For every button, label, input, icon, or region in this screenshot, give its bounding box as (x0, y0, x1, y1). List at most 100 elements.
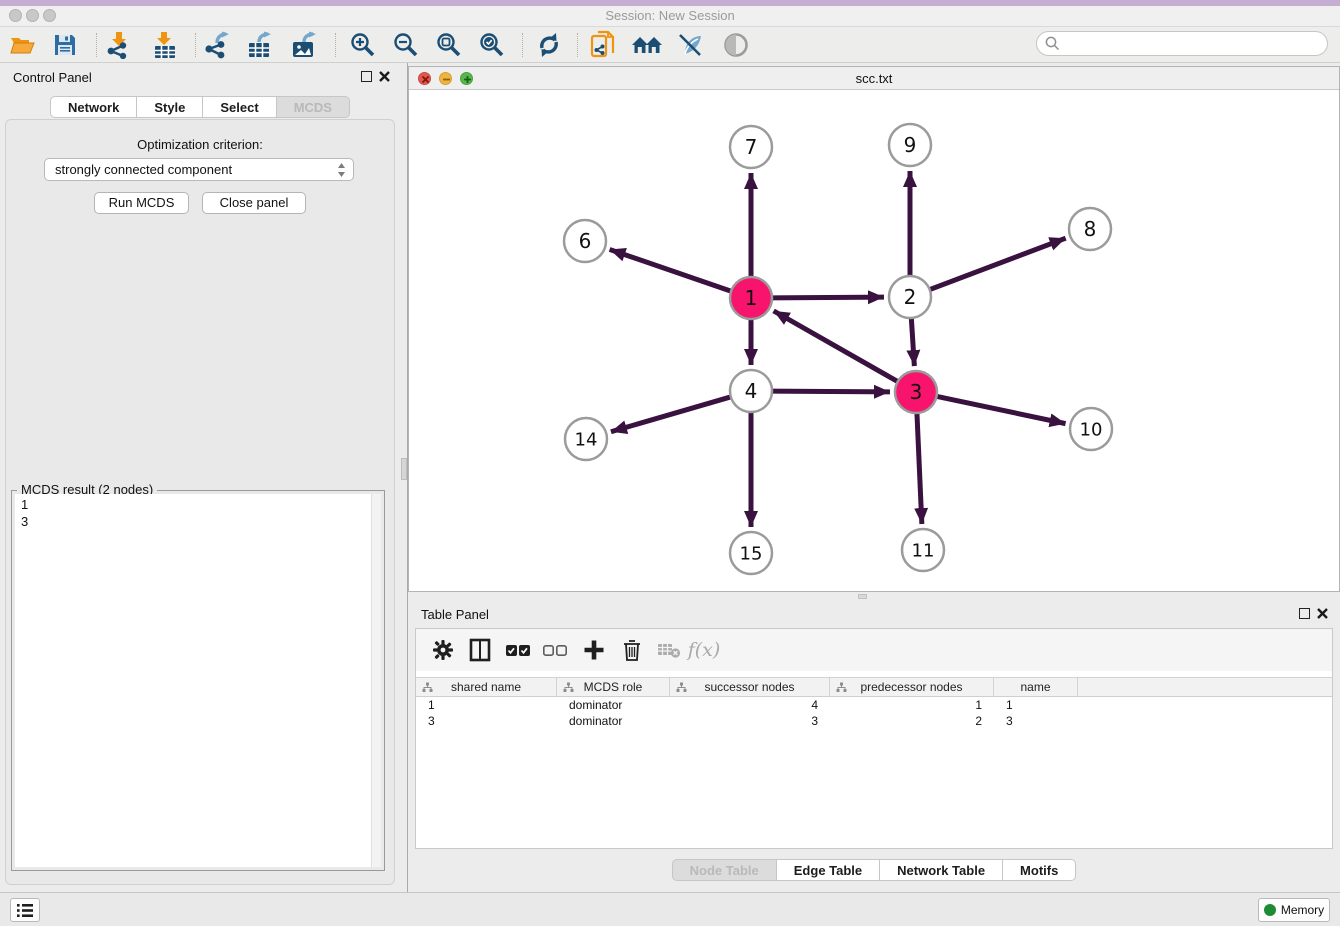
tab-network[interactable]: Network (50, 96, 137, 118)
list-icon (16, 903, 34, 918)
column-header-name[interactable]: name (994, 678, 1078, 696)
table-row[interactable]: 1dominator411 (416, 697, 1332, 713)
graph-node-10[interactable]: 10 (1070, 408, 1112, 450)
table-row[interactable]: 3dominator323 (416, 713, 1332, 729)
graph-edge-3-11[interactable] (917, 411, 922, 524)
table-close-panel-icon[interactable] (1316, 607, 1329, 620)
open-session-icon[interactable] (6, 30, 40, 60)
panel-splitter[interactable] (400, 63, 408, 892)
network-graph[interactable]: 1 2 3 4 6 7 8 9 10 11 14 15 (409, 91, 1339, 591)
graph-edge-2-3[interactable] (911, 316, 914, 366)
optimization-criterion-label: Optimization criterion: (6, 137, 394, 152)
search-icon (1045, 36, 1060, 51)
table-settings-icon[interactable] (427, 635, 459, 665)
open-network-files-icon[interactable] (587, 30, 621, 60)
toolbar-separator (577, 33, 578, 57)
export-table-icon[interactable] (244, 30, 278, 60)
delete-columns-icon[interactable] (616, 635, 648, 665)
result-scrollbar[interactable] (371, 494, 381, 867)
graph-node-15[interactable]: 15 (730, 532, 772, 574)
table-panel-title: Table Panel (421, 607, 489, 622)
graph-edge-2-8[interactable] (928, 238, 1066, 290)
select-all-columns-icon[interactable] (502, 635, 534, 665)
graph-node-4[interactable]: 4 (730, 370, 772, 412)
graph-node-7[interactable]: 7 (730, 126, 772, 168)
function-builder-icon[interactable]: f(x) (688, 635, 720, 665)
graph-edge-1-6[interactable] (610, 249, 733, 291)
delete-table-icon[interactable] (653, 635, 685, 665)
add-column-icon[interactable] (578, 635, 610, 665)
toolbar-separator (335, 33, 336, 57)
tab-edge-table[interactable]: Edge Table (777, 859, 880, 881)
search-input[interactable] (1064, 34, 1327, 54)
graph-edge-4-3[interactable] (770, 391, 890, 392)
window-titlebar: Session: New Session (0, 6, 1340, 27)
graph-node-label: 14 (575, 429, 598, 450)
close-panel-button[interactable]: Close panel (202, 192, 306, 214)
import-table-icon[interactable] (148, 30, 182, 60)
column-header-shared-name[interactable]: shared name (416, 678, 557, 696)
column-panel-icon[interactable] (464, 635, 496, 665)
graph-edge-4-14[interactable] (611, 396, 733, 431)
graph-node-11[interactable]: 11 (902, 529, 944, 571)
close-panel-icon[interactable] (378, 70, 391, 83)
tab-style[interactable]: Style (137, 96, 203, 118)
graph-node-2[interactable]: 2 (889, 276, 931, 318)
table-float-panel-icon[interactable] (1299, 608, 1310, 619)
tab-mcds[interactable]: MCDS (277, 96, 350, 118)
graph-node-label: 6 (579, 229, 592, 253)
memory-button[interactable]: Memory (1258, 898, 1330, 922)
save-session-icon[interactable] (48, 30, 82, 60)
network-window-titlebar[interactable]: scc.txt (409, 67, 1339, 90)
tab-select[interactable]: Select (203, 96, 276, 118)
graph-node-6[interactable]: 6 (564, 220, 606, 262)
workspace: scc.txt 1 2 3 4 6 7 8 9 10 11 14 15 Table Panel (408, 63, 1340, 892)
zoom-in-icon[interactable] (346, 30, 380, 60)
refresh-icon[interactable] (532, 30, 566, 60)
task-history-button[interactable] (10, 898, 40, 922)
graph-node-14[interactable]: 14 (565, 418, 607, 460)
run-mcds-button[interactable]: Run MCDS (94, 192, 189, 214)
splitter-grip[interactable] (401, 458, 407, 480)
zoom-out-icon[interactable] (389, 30, 423, 60)
mcds-result-lines: 13 (21, 496, 365, 530)
column-header-successor-nodes[interactable]: successor nodes (670, 678, 830, 696)
graph-edge-3-10[interactable] (935, 396, 1066, 424)
graph-edge-3-1[interactable] (774, 311, 900, 383)
main-area: Control Panel NetworkStyleSelectMCDS Opt… (0, 63, 1340, 892)
zoom-selected-icon[interactable] (475, 30, 509, 60)
mcds-result-textarea[interactable]: 13 (15, 494, 381, 867)
tab-network-table[interactable]: Network Table (880, 859, 1003, 881)
zoom-fit-content-icon[interactable] (432, 30, 466, 60)
criterion-select[interactable]: strongly connected component (44, 158, 354, 181)
graph-node-3[interactable]: 3 (895, 371, 937, 413)
search-box (1036, 31, 1328, 56)
graph-edge-1-2[interactable] (770, 297, 884, 298)
unselect-all-columns-icon[interactable] (539, 635, 571, 665)
graph-node-label: 8 (1084, 217, 1097, 241)
float-panel-icon[interactable] (361, 71, 372, 82)
graph-node-1[interactable]: 1 (730, 277, 772, 319)
column-header-predecessor-nodes[interactable]: predecessor nodes (830, 678, 994, 696)
mcds-panel: Optimization criterion: strongly connect… (5, 119, 395, 885)
graph-node-8[interactable]: 8 (1069, 208, 1111, 250)
table-splitter-grip[interactable] (858, 594, 867, 599)
criterion-value: strongly connected component (55, 162, 232, 177)
graph-node-9[interactable]: 9 (889, 124, 931, 166)
tab-motifs[interactable]: Motifs (1003, 859, 1076, 881)
tab-node-table[interactable]: Node Table (672, 859, 777, 881)
network-canvas[interactable]: 1 2 3 4 6 7 8 9 10 11 14 15 (409, 91, 1339, 591)
import-network-icon[interactable] (102, 30, 136, 60)
home-icon[interactable] (630, 30, 664, 60)
control-panel: Control Panel NetworkStyleSelectMCDS Opt… (0, 63, 400, 892)
export-image-icon[interactable] (288, 30, 322, 60)
column-header-MCDS-role[interactable]: MCDS role (557, 678, 670, 696)
table-cell: dominator (557, 697, 670, 713)
table-cell: 1 (830, 697, 994, 713)
table-cell: 3 (670, 713, 830, 729)
birds-eye-view-icon[interactable] (719, 30, 753, 60)
graph-node-label: 1 (745, 286, 758, 310)
toolbar-separator (195, 33, 196, 57)
show-graphics-details-icon[interactable] (674, 30, 708, 60)
export-network-icon[interactable] (201, 30, 235, 60)
